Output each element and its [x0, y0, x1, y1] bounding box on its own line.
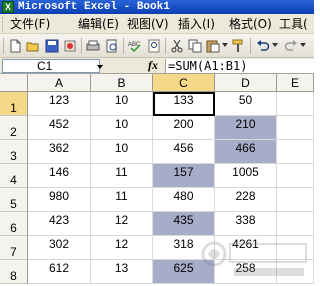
print-preview-icon[interactable] [105, 39, 119, 53]
cell-a5[interactable]: 980 [28, 188, 91, 212]
cell-a1[interactable]: 123 [28, 92, 91, 116]
row-header-8[interactable]: 8 [0, 260, 28, 284]
cell-d1[interactable]: 50 [215, 92, 277, 116]
toolbar-separator [123, 38, 124, 54]
cut-icon[interactable] [170, 39, 184, 53]
paste-icon[interactable] [206, 39, 220, 53]
cell-b4[interactable]: 11 [91, 164, 153, 188]
cell-b5[interactable]: 11 [91, 188, 153, 212]
excel-icon[interactable]: X [2, 1, 14, 13]
chevron-down-icon[interactable] [97, 65, 103, 69]
cell-b8[interactable]: 13 [91, 260, 153, 284]
paste-dropdown-arrow[interactable] [222, 43, 228, 47]
cell-d5[interactable]: 228 [215, 188, 277, 212]
cell-a6[interactable]: 423 [28, 212, 91, 236]
cell-b1[interactable]: 10 [91, 92, 153, 116]
cell-d8[interactable]: 258 [215, 260, 277, 284]
fx-icon[interactable]: fx [148, 58, 158, 73]
cell-d3[interactable]: 466 [215, 140, 277, 164]
column-header-c[interactable]: C [153, 74, 215, 92]
menu-file[interactable]: 文件(F) [9, 16, 51, 32]
menu-edit[interactable]: 编辑(E) [77, 16, 120, 32]
copy-icon[interactable] [188, 39, 202, 53]
cell-b2[interactable]: 10 [91, 116, 153, 140]
column-header-d[interactable]: D [215, 74, 277, 92]
cell-e1[interactable] [277, 92, 314, 116]
menu-bar: 文件(F) 编辑(E) 视图(V) 插入(I) 格式(O) 工具( [0, 14, 314, 34]
print-icon[interactable] [86, 39, 100, 53]
standard-toolbar: ABC [0, 34, 314, 58]
cell-e7[interactable] [277, 236, 314, 260]
undo-dropdown-arrow[interactable] [272, 43, 278, 47]
menu-format[interactable]: 格式(O) [228, 16, 273, 32]
row-header-2[interactable]: 2 [0, 116, 28, 140]
cell-c8[interactable]: 625 [153, 260, 215, 284]
cell-c7[interactable]: 318 [153, 236, 215, 260]
cell-a3[interactable]: 362 [28, 140, 91, 164]
cell-e4[interactable] [277, 164, 314, 188]
window-title: Microsoft Excel - Book1 [18, 1, 170, 13]
format-painter-icon[interactable] [231, 39, 245, 53]
row-header-5[interactable]: 5 [0, 188, 28, 212]
cell-d2[interactable]: 210 [215, 116, 277, 140]
cell-a4[interactable]: 146 [28, 164, 91, 188]
menu-tools[interactable]: 工具( [278, 16, 309, 32]
select-all-corner[interactable] [0, 74, 28, 92]
column-header-e[interactable]: E [277, 74, 314, 92]
name-box-value: C1 [37, 59, 53, 73]
menu-view[interactable]: 视图(V) [126, 16, 170, 32]
toolbar-separator [250, 38, 251, 54]
row-header-7[interactable]: 7 [0, 236, 28, 260]
toolbar-separator [81, 38, 82, 54]
worksheet-grid: A B C D E 1 123 10 133 50 2 452 10 200 210 3 362 10 456 466… [0, 74, 314, 286]
cell-e6[interactable] [277, 212, 314, 236]
cell-b7[interactable]: 12 [91, 236, 153, 260]
cell-d4[interactable]: 1005 [215, 164, 277, 188]
row-header-6[interactable]: 6 [0, 212, 28, 236]
cell-d7[interactable]: 4261 [215, 236, 277, 260]
row-header-3[interactable]: 3 [0, 140, 28, 164]
redo-icon[interactable] [284, 39, 298, 53]
cell-a8[interactable]: 612 [28, 260, 91, 284]
spelling-icon[interactable]: ABC [128, 39, 142, 53]
new-icon[interactable] [8, 39, 22, 53]
toolbar-separator [165, 38, 166, 54]
cell-e5[interactable] [277, 188, 314, 212]
column-header-b[interactable]: B [91, 74, 153, 92]
formula-input[interactable]: =SUM(A1:B1) [165, 59, 314, 73]
cell-e3[interactable] [277, 140, 314, 164]
cell-b3[interactable]: 10 [91, 140, 153, 164]
cell-b6[interactable]: 12 [91, 212, 153, 236]
cell-c6[interactable]: 435 [153, 212, 215, 236]
menu-insert[interactable]: 插入(I) [177, 16, 216, 32]
cell-a7[interactable]: 302 [28, 236, 91, 260]
cell-c5[interactable]: 480 [153, 188, 215, 212]
row-header-4[interactable]: 4 [0, 164, 28, 188]
cell-c2[interactable]: 200 [153, 116, 215, 140]
menu-grip-handle[interactable] [2, 17, 6, 31]
name-box[interactable]: C1 [2, 59, 103, 73]
cell-e2[interactable] [277, 116, 314, 140]
row-header-1[interactable]: 1 [0, 92, 28, 116]
cell-a2[interactable]: 452 [28, 116, 91, 140]
undo-icon[interactable] [256, 39, 270, 53]
formula-bar: C1 fx =SUM(A1:B1) [0, 58, 314, 74]
cell-e8[interactable] [277, 260, 314, 284]
save-icon[interactable] [45, 39, 59, 53]
title-bar: X Microsoft Excel - Book1 [0, 0, 314, 14]
cell-c4[interactable]: 157 [153, 164, 215, 188]
research-icon[interactable] [147, 39, 161, 53]
cell-d6[interactable]: 338 [215, 212, 277, 236]
cell-c1[interactable]: 133 [153, 92, 215, 116]
open-icon[interactable] [26, 39, 40, 53]
toolbar-grip[interactable] [3, 38, 4, 54]
permission-icon[interactable] [63, 39, 77, 53]
redo-dropdown-arrow[interactable] [300, 43, 306, 47]
cell-c3[interactable]: 456 [153, 140, 215, 164]
column-header-a[interactable]: A [28, 74, 91, 92]
